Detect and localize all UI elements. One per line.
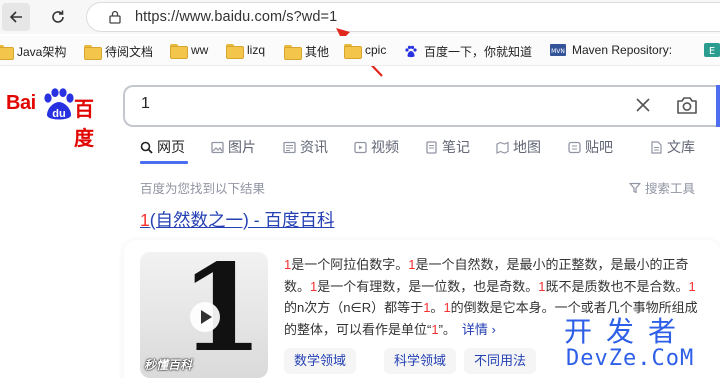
bookmark-docs[interactable]: 待阅文档 (84, 43, 153, 60)
back-button[interactable] (2, 3, 30, 31)
bookmark-other[interactable]: 其他 (284, 43, 329, 60)
bookmark-cpic[interactable]: cpic (344, 43, 386, 59)
chip-science[interactable]: 科学领域 (384, 348, 457, 374)
address-bar[interactable]: https://www.baidu.com/s?wd=1 (86, 2, 720, 32)
highlight-term: 1 (688, 278, 696, 294)
svg-text:MVN: MVN (551, 48, 565, 55)
bookmark-overflow[interactable]: E (704, 43, 720, 57)
description-text: 。 (430, 300, 444, 315)
description-text: 的n次方（n∈R）都等于 (284, 300, 424, 315)
map-icon (496, 141, 509, 154)
tab-wenku[interactable]: 文库 (650, 137, 695, 157)
folder-icon (284, 45, 302, 60)
bookmark-maven[interactable]: MVN Maven Repository: (550, 43, 672, 57)
news-icon (283, 141, 296, 153)
details-link[interactable]: 详情 › (462, 322, 496, 337)
tab-images[interactable]: 图片 (211, 137, 256, 157)
external-icon: E (704, 43, 720, 57)
highlight-term: 1 (431, 321, 439, 337)
bookmark-baidu[interactable]: 百度一下，你就知道 (404, 43, 532, 60)
bookmark-lizq[interactable]: lizq (226, 43, 265, 59)
highlight-term: 1 (538, 278, 546, 294)
baidu-paw-icon (405, 45, 417, 57)
baidu-logo-paw-icon: du (44, 88, 74, 120)
tab-tieba[interactable]: 贴吧 (568, 137, 613, 157)
folder-icon (226, 43, 244, 59)
svg-text:E: E (709, 46, 715, 57)
description-text: 是一个有理数，是一位数，也是奇数。 (317, 278, 539, 294)
bookmark-ww[interactable]: ww (170, 43, 208, 59)
tab-video[interactable]: 视频 (354, 137, 399, 157)
result-stats: 百度为您找到以下结果 (140, 182, 266, 196)
chip-math[interactable]: 数学领域 (284, 348, 357, 374)
description-text: 是一个阿拉伯数字。 (291, 257, 409, 272)
folder-icon (0, 45, 14, 60)
active-tab-indicator (140, 161, 188, 164)
search-query-text[interactable]: 1 (141, 95, 150, 113)
svg-text:du: du (52, 108, 65, 120)
folder-icon (170, 43, 188, 59)
highlight-term: 1 (443, 300, 451, 315)
folder-icon (84, 45, 102, 60)
bookmark-java[interactable]: Java架构 (0, 43, 66, 60)
search-icon (140, 141, 153, 154)
clear-icon[interactable] (635, 97, 651, 113)
bookmarks-bar: Java架构 待阅文档 ww lizq 其他 cpic 百度一下，你就知道 MV… (0, 36, 720, 66)
description-text: 既不是质数也不是合数。 (545, 278, 689, 294)
url-text[interactable]: https://www.baidu.com/s?wd=1 (135, 9, 337, 25)
tab-notes[interactable]: 笔记 (425, 137, 470, 157)
mvn-icon: MVN (550, 44, 566, 56)
description-text: ”。 (438, 321, 456, 337)
video-icon (354, 141, 367, 153)
filter-icon (629, 182, 641, 193)
play-icon[interactable] (190, 302, 220, 332)
chip-usage[interactable]: 不同用法 (464, 348, 537, 374)
folder-icon (344, 43, 362, 59)
note-icon (426, 140, 437, 154)
tab-web[interactable]: 网页 (140, 137, 185, 157)
tieba-icon (568, 141, 581, 153)
baidu-logo[interactable]: Bai du 百度 (6, 88, 110, 150)
video-thumbnail[interactable]: 1 秒懂百科 (140, 252, 268, 378)
thumbnail-caption: 秒懂百科 (144, 358, 193, 372)
camera-icon[interactable] (676, 95, 698, 115)
lock-icon[interactable] (109, 10, 121, 24)
result-title-link[interactable]: 1(自然数之一) - 百度百科 (140, 207, 334, 232)
search-input[interactable]: 1 (123, 85, 720, 127)
reload-icon (52, 10, 64, 23)
browser-toolbar: https://www.baidu.com/s?wd=1 (0, 0, 720, 77)
doc-icon (651, 140, 662, 154)
image-icon (211, 141, 224, 153)
search-tools-button[interactable]: 搜索工具 (629, 178, 695, 197)
back-arrow-icon (9, 11, 22, 23)
tab-news[interactable]: 资讯 (283, 137, 328, 157)
tab-map[interactable]: 地图 (496, 137, 541, 157)
reload-button[interactable] (44, 3, 72, 31)
site-watermark: 开发者 DevZe.CoM (564, 315, 695, 371)
